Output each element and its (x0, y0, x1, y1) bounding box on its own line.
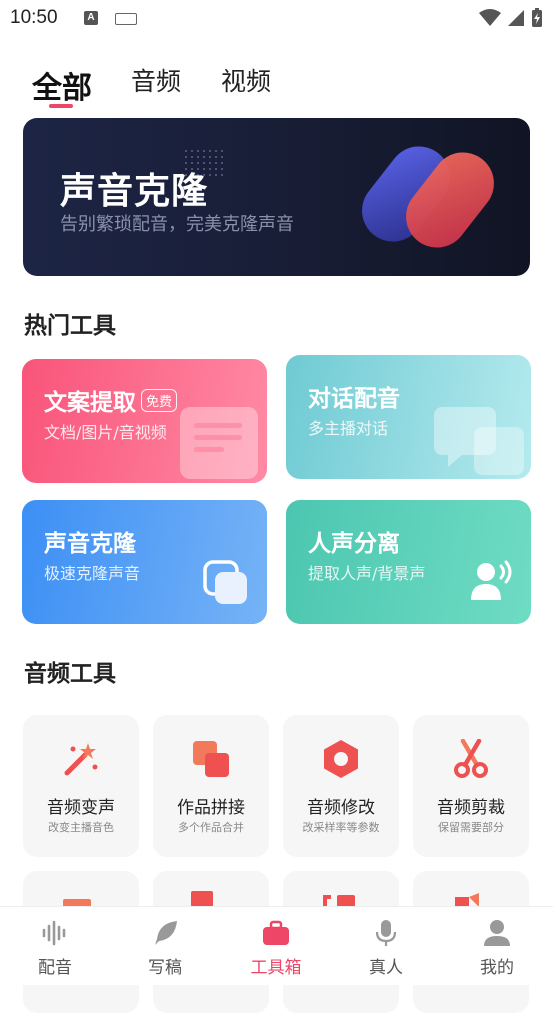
tool-desc: 改采样率等参数 (302, 821, 380, 834)
hot-tool-text-extract[interactable]: 文案提取 免费 文档/图片/音视频 (22, 359, 267, 483)
hot-tool-title: 声音克隆 (44, 531, 136, 557)
hot-tool-dialog-dubbing[interactable]: 对话配音 多主播对话 (286, 355, 531, 479)
keyboard-icon (115, 13, 137, 25)
tab-video[interactable]: 视频 (221, 62, 271, 98)
tool-name: 音频剪裁 (437, 798, 505, 818)
nav-label: 配音 (38, 958, 72, 978)
audio-tools-title: 音频工具 (24, 661, 116, 687)
microphone-icon (375, 920, 397, 946)
hot-tool-title-text: 文案提取 (44, 390, 136, 416)
magic-wand-icon (64, 743, 98, 776)
audio-tool-trim[interactable]: 音频剪裁 保留需要部分 (413, 715, 529, 857)
tool-name: 作品拼接 (177, 798, 245, 818)
toolbox-icon (263, 920, 289, 945)
copy-icon (203, 560, 247, 604)
nav-real-person[interactable]: 真人 (331, 907, 441, 985)
scissors-icon (454, 739, 488, 778)
wifi-icon (479, 9, 501, 26)
notification-a-icon: A (84, 11, 98, 25)
waveform-icon (42, 920, 66, 946)
tool-name: 音频变声 (47, 798, 115, 818)
nav-label: 真人 (369, 958, 403, 978)
audio-tool-modify[interactable]: 音频修改 改采样率等参数 (283, 715, 399, 857)
nav-toolbox[interactable]: 工具箱 (221, 907, 331, 985)
nav-writing[interactable]: 写稿 (110, 907, 220, 985)
hot-tool-voice-clone[interactable]: 声音克隆 极速克隆声音 (22, 500, 267, 624)
hot-tool-title: 对话配音 (308, 386, 400, 412)
nav-label: 写稿 (148, 958, 182, 978)
tab-audio[interactable]: 音频 (131, 62, 181, 98)
voice-clone-banner[interactable]: 声音克隆 告别繁琐配音，完美克隆声音 (23, 118, 530, 276)
hot-tools-title: 热门工具 (24, 313, 116, 339)
nav-dubbing[interactable]: 配音 (0, 907, 110, 985)
banner-title: 声音克隆 (60, 171, 209, 212)
audio-tool-voice-change[interactable]: 音频变声 改变主播音色 (23, 715, 139, 857)
tool-partial-icon (455, 893, 479, 907)
document-icon (180, 407, 258, 479)
hot-tool-subtitle: 提取人声/背景声 (308, 564, 426, 583)
tab-active-indicator (49, 104, 73, 108)
merge-icon (193, 741, 229, 777)
bottom-nav: 配音 写稿 工具箱 真人 我的 (0, 906, 553, 985)
clone-logo-icon (362, 146, 494, 248)
hot-tool-title: 文案提取 免费 (44, 383, 178, 417)
tool-desc: 改变主播音色 (48, 821, 114, 834)
hot-tool-title: 人声分离 (308, 531, 400, 557)
voice-user-icon (471, 560, 512, 600)
status-bar: 10:50 A (0, 0, 553, 38)
feather-icon (155, 921, 177, 945)
tab-all[interactable]: 全部 (32, 63, 92, 107)
tool-desc: 保留需要部分 (438, 821, 504, 834)
tool-partial-icon (191, 891, 213, 907)
banner-subtitle: 告别繁琐配音，完美克隆声音 (60, 214, 294, 235)
tool-partial-icon (323, 895, 355, 907)
chat-bubbles-icon (434, 407, 524, 475)
person-icon (484, 920, 510, 946)
signal-icon (508, 10, 524, 26)
hot-tool-vocal-separation[interactable]: 人声分离 提取人声/背景声 (286, 500, 531, 624)
free-badge: 免费 (141, 388, 178, 412)
tool-desc: 多个作品合并 (178, 821, 244, 834)
tool-name: 音频修改 (307, 798, 375, 818)
battery-icon (532, 8, 542, 27)
nut-icon (324, 740, 358, 778)
status-time: 10:50 (10, 7, 58, 28)
hot-tool-subtitle: 多主播对话 (308, 419, 389, 438)
audio-tool-merge[interactable]: 作品拼接 多个作品合并 (153, 715, 269, 857)
hot-tool-subtitle: 极速克隆声音 (44, 564, 141, 583)
nav-label: 工具箱 (250, 958, 302, 978)
nav-label: 我的 (480, 958, 514, 978)
nav-mine[interactable]: 我的 (442, 907, 552, 985)
hot-tool-subtitle: 文档/图片/音视频 (44, 423, 167, 442)
